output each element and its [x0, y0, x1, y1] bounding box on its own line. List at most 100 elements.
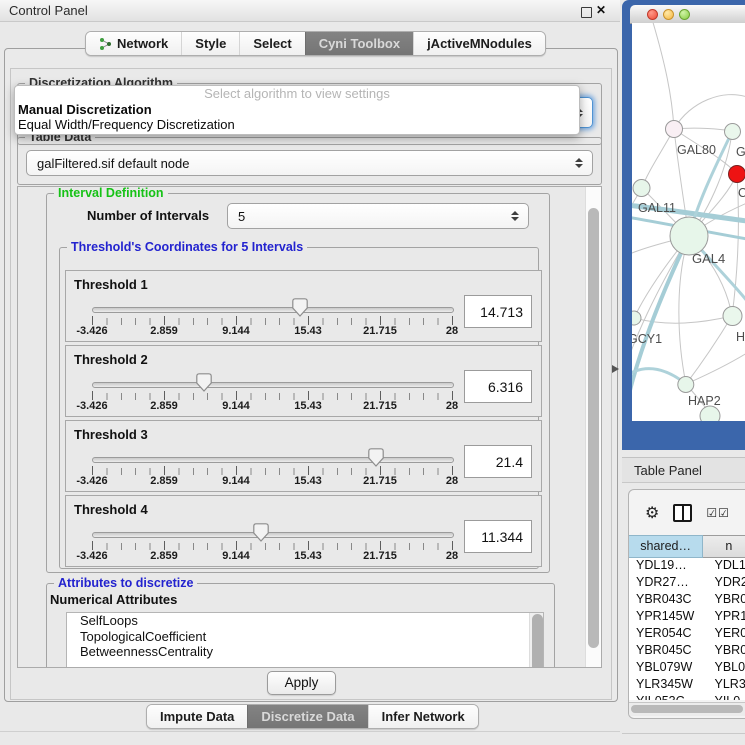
- control-panel: Control Panel ✕ NetworkStyleSelectCyni T…: [0, 0, 620, 745]
- slider-track[interactable]: [92, 307, 454, 313]
- major-tick: [164, 466, 165, 475]
- node-table: shared… n YDL19…YDL1YDR27…YDR2YBR043CYBR…: [629, 535, 745, 700]
- major-tick: [308, 316, 309, 325]
- network-node-c[interactable]: [729, 166, 745, 183]
- number-of-intervals-combobox[interactable]: 5: [227, 203, 529, 229]
- tick-label: -3.426: [62, 550, 122, 562]
- threshold-value-field[interactable]: 6.316: [464, 370, 532, 403]
- threshold-label: Threshold 4: [74, 502, 148, 517]
- number-of-intervals-label: Number of Intervals: [87, 208, 209, 223]
- column-header-name[interactable]: n: [703, 535, 745, 558]
- major-tick: [452, 541, 453, 550]
- threshold-value-field[interactable]: 14.713: [464, 295, 532, 328]
- major-tick: [236, 316, 237, 325]
- network-edge[interactable]: [634, 316, 732, 323]
- network-node-hap2[interactable]: [678, 377, 694, 393]
- tab-style[interactable]: Style: [181, 32, 239, 55]
- tick-label: 15.43: [278, 475, 338, 487]
- table-row[interactable]: YBR045CYBR0: [629, 643, 745, 660]
- table-row[interactable]: YER054CYER0: [629, 626, 745, 643]
- column-header-shared-name[interactable]: shared…: [629, 535, 703, 558]
- threshold-value-field[interactable]: 11.344: [464, 520, 532, 553]
- table-row[interactable]: YDR27…YDR2: [629, 575, 745, 592]
- settings-vertical-scrollbar[interactable]: [585, 187, 601, 667]
- network-node-gal4[interactable]: [670, 217, 708, 255]
- tab-cyni-toolbox[interactable]: Cyni Toolbox: [305, 32, 413, 55]
- zoom-traffic-light-icon[interactable]: [679, 9, 690, 20]
- slider-track[interactable]: [92, 382, 454, 388]
- network-node-unlabeled[interactable]: [700, 406, 720, 421]
- table-horizontal-scrollbar[interactable]: [629, 702, 745, 716]
- network-edge[interactable]: [686, 353, 745, 384]
- table-row[interactable]: YBR043CYBR0: [629, 592, 745, 609]
- attributes-list-scrollbar[interactable]: [529, 613, 543, 668]
- major-tick: [308, 541, 309, 550]
- table-row[interactable]: YPR145WYPR1: [629, 609, 745, 626]
- tick-label: -3.426: [62, 400, 122, 412]
- major-tick: [92, 316, 93, 325]
- network-node-gal80[interactable]: [666, 121, 683, 138]
- tab-network[interactable]: Network: [86, 32, 181, 55]
- table-data-combobox[interactable]: galFiltered.sif default node: [26, 150, 593, 176]
- numerical-attributes-label: Numerical Attributes: [50, 592, 177, 607]
- major-tick: [92, 466, 93, 475]
- tick-label: 2.859: [134, 475, 194, 487]
- slider-thumb[interactable]: [196, 373, 212, 392]
- network-edge[interactable]: [652, 23, 674, 129]
- node-label-c: C: [738, 186, 745, 200]
- tab-impute-data[interactable]: Impute Data: [147, 705, 247, 728]
- slider-thumb[interactable]: [292, 298, 308, 317]
- slider-track[interactable]: [92, 457, 454, 463]
- network-canvas[interactable]: GAL80GACGAL11GAL4GCY1HHAP2: [632, 23, 745, 421]
- close-icon[interactable]: ✕: [596, 3, 606, 17]
- table-row[interactable]: YBL079WYBL0: [629, 660, 745, 677]
- tick-label: 15.43: [278, 400, 338, 412]
- network-node-gcy1[interactable]: [632, 311, 641, 325]
- attribute-list-item[interactable]: BetweennessCentrality: [67, 644, 543, 660]
- network-view-window[interactable]: GAL80GACGAL11GAL4GCY1HHAP2: [622, 0, 745, 450]
- attribute-list-item[interactable]: TopologicalCoefficient: [67, 629, 543, 645]
- table-row[interactable]: YDL19…YDL1: [629, 558, 745, 575]
- slider-thumb[interactable]: [253, 523, 269, 542]
- tab-infer-network[interactable]: Infer Network: [368, 705, 478, 728]
- table-row[interactable]: YIL053CYIL0: [629, 694, 745, 700]
- settings-scroll-pane: Interval Definition Number of Intervals …: [17, 186, 602, 668]
- gear-icon[interactable]: ⚙: [645, 503, 659, 523]
- split-columns-icon[interactable]: [673, 504, 692, 522]
- tab-select[interactable]: Select: [239, 32, 304, 55]
- close-traffic-light-icon[interactable]: [647, 9, 658, 20]
- node-label-h: H: [736, 330, 745, 344]
- interval-definition-group-title: Interval Definition: [54, 186, 168, 200]
- tick-label: 2.859: [134, 325, 194, 337]
- bottom-divider: [0, 731, 620, 732]
- slider-thumb[interactable]: [368, 448, 384, 467]
- network-edge[interactable]: [642, 129, 674, 188]
- shared-name-cell: YBR043C: [629, 592, 711, 609]
- select-columns-checkbox-icons[interactable]: ☑☑: [706, 506, 730, 520]
- network-node-h[interactable]: [723, 307, 742, 326]
- slider-track[interactable]: [92, 532, 454, 538]
- apply-button[interactable]: Apply: [267, 671, 336, 695]
- network-window-titlebar: [630, 5, 745, 24]
- threshold-value-field[interactable]: 21.4: [464, 445, 532, 478]
- shared-name-cell: YDL19…: [629, 558, 711, 575]
- table-toolbar: ⚙ ☑☑: [629, 490, 745, 535]
- major-tick: [164, 316, 165, 325]
- attribute-list-item[interactable]: SelfLoops: [67, 613, 543, 629]
- network-node-gal11[interactable]: [633, 180, 650, 197]
- tab-label: jActiveMNodules: [427, 36, 532, 51]
- popup-item-equal-width-frequency-discretization[interactable]: Equal Width/Frequency Discretization: [15, 117, 579, 132]
- tab-jactivemnodules[interactable]: jActiveMNodules: [413, 32, 545, 55]
- table-row[interactable]: YLR345WYLR3: [629, 677, 745, 694]
- minimize-traffic-light-icon[interactable]: [663, 9, 674, 20]
- shared-name-cell: YER054C: [629, 626, 711, 643]
- float-window-icon[interactable]: [581, 7, 592, 18]
- node-label-hap2: HAP2: [688, 394, 721, 408]
- popup-item-manual-discretization[interactable]: Manual Discretization: [15, 102, 579, 117]
- tab-label: Discretize Data: [261, 709, 354, 724]
- network-node-ga[interactable]: [725, 124, 741, 140]
- threshold-panel-3: Threshold 3-3.4262.8599.14415.4321.71528…: [65, 420, 542, 492]
- major-tick: [308, 466, 309, 475]
- tab-discretize-data[interactable]: Discretize Data: [247, 705, 367, 728]
- thresholds-coordinates-group: Threshold's Coordinates for 5 Intervals …: [59, 247, 539, 569]
